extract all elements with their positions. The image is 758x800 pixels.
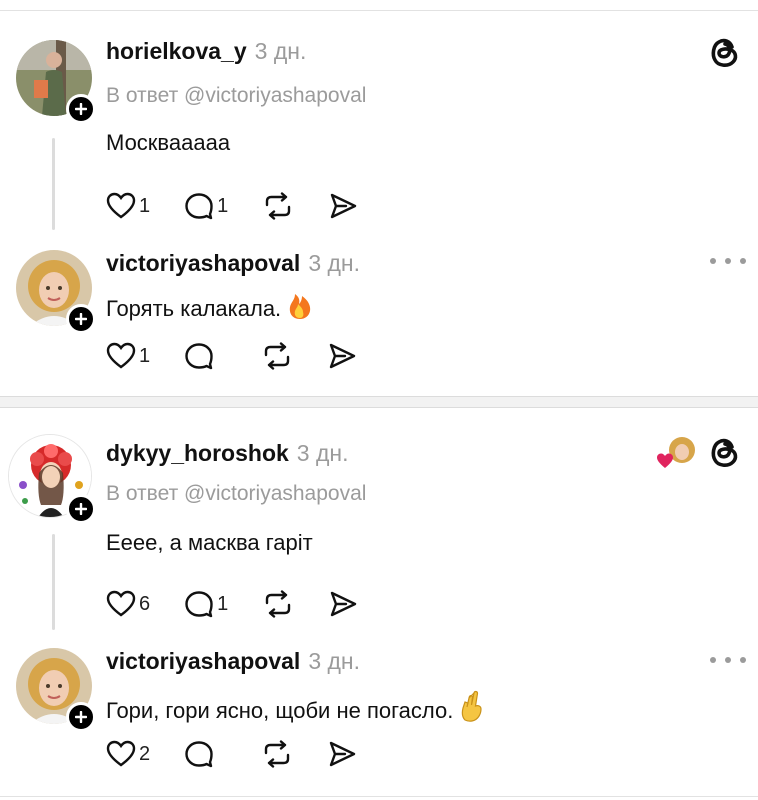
post-username[interactable]: victoriyashapoval 3 дн. <box>106 250 360 277</box>
share-button[interactable] <box>328 590 358 618</box>
comment-button[interactable] <box>184 342 227 370</box>
like-button[interactable]: 1 <box>106 342 150 370</box>
post-username[interactable]: victoriyashapoval 3 дн. <box>106 648 360 675</box>
post-actions: 1 <box>106 342 391 370</box>
comment-icon <box>185 193 213 220</box>
thread-connector-line <box>52 138 55 230</box>
comment-icon <box>185 741 213 768</box>
follow-plus-button[interactable] <box>66 304 96 334</box>
post-username[interactable]: dykyy_horoshok 3 дн. <box>106 440 349 467</box>
like-count: 6 <box>139 592 151 615</box>
heart-icon <box>106 740 136 767</box>
heart-icon <box>106 590 136 617</box>
send-icon <box>331 591 357 617</box>
liked-by-author-avatar[interactable] <box>656 434 696 470</box>
post-time: 3 дн. <box>308 648 361 674</box>
heart-icon <box>106 192 136 219</box>
repost-button[interactable] <box>262 192 294 220</box>
comment-icon <box>185 591 213 618</box>
post-time: 3 дн. <box>254 38 307 64</box>
send-icon <box>331 193 357 219</box>
like-button[interactable]: 6 <box>106 590 150 618</box>
repost-button[interactable] <box>261 342 293 370</box>
more-options-button[interactable] <box>710 256 746 266</box>
section-divider <box>0 396 758 408</box>
send-icon <box>329 343 356 369</box>
thread-connector-line <box>52 534 55 630</box>
share-button[interactable] <box>328 192 358 220</box>
share-button[interactable] <box>327 342 357 370</box>
like-count: 1 <box>139 194 151 217</box>
top-divider <box>0 10 758 11</box>
post-text: Еeee, а масква гаріт <box>106 530 313 555</box>
heart-icon <box>106 342 136 369</box>
send-icon <box>329 741 356 767</box>
post-text: Гори, гори ясно, щоби не погасло. <box>106 690 485 728</box>
comment-count: 1 <box>217 194 229 217</box>
comment-button[interactable] <box>184 740 227 768</box>
post-actions: 6 1 <box>106 590 392 618</box>
post-actions: 2 <box>106 740 391 768</box>
repost-button[interactable] <box>261 740 293 768</box>
follow-plus-button[interactable] <box>66 494 96 524</box>
reply-to-label[interactable]: В ответ @victoriyashapoval <box>106 482 366 506</box>
repost-button[interactable] <box>262 590 294 618</box>
post-actions: 1 1 <box>106 192 392 220</box>
like-button[interactable]: 2 <box>106 740 150 768</box>
follow-plus-button[interactable] <box>66 702 96 732</box>
post-text: Горять калакала. <box>106 290 313 326</box>
post-time: 3 дн. <box>308 250 361 276</box>
repost-icon <box>264 740 290 768</box>
follow-plus-button[interactable] <box>66 94 96 124</box>
repost-icon <box>264 342 290 370</box>
like-count: 1 <box>139 344 151 367</box>
post-time: 3 дн. <box>296 440 349 466</box>
comment-count: 1 <box>217 592 229 615</box>
threads-logo-icon[interactable] <box>706 434 742 470</box>
like-count: 2 <box>139 742 151 765</box>
comment-icon <box>185 343 213 370</box>
comment-button[interactable]: 1 <box>184 192 228 220</box>
more-options-button[interactable] <box>710 655 746 665</box>
comment-button[interactable]: 1 <box>184 590 228 618</box>
post-username[interactable]: horielkova_y 3 дн. <box>106 38 306 65</box>
bottom-divider <box>0 796 758 797</box>
post-text: Москвааааа <box>106 130 231 155</box>
fire-icon <box>287 290 313 326</box>
repost-icon <box>266 192 291 220</box>
reply-to-label[interactable]: В ответ @victoriyashapoval <box>106 84 366 108</box>
share-button[interactable] <box>327 740 357 768</box>
repost-icon <box>266 590 291 618</box>
threads-logo-icon[interactable] <box>706 34 742 70</box>
like-button[interactable]: 1 <box>106 192 150 220</box>
crossed-fingers-icon <box>459 690 485 728</box>
